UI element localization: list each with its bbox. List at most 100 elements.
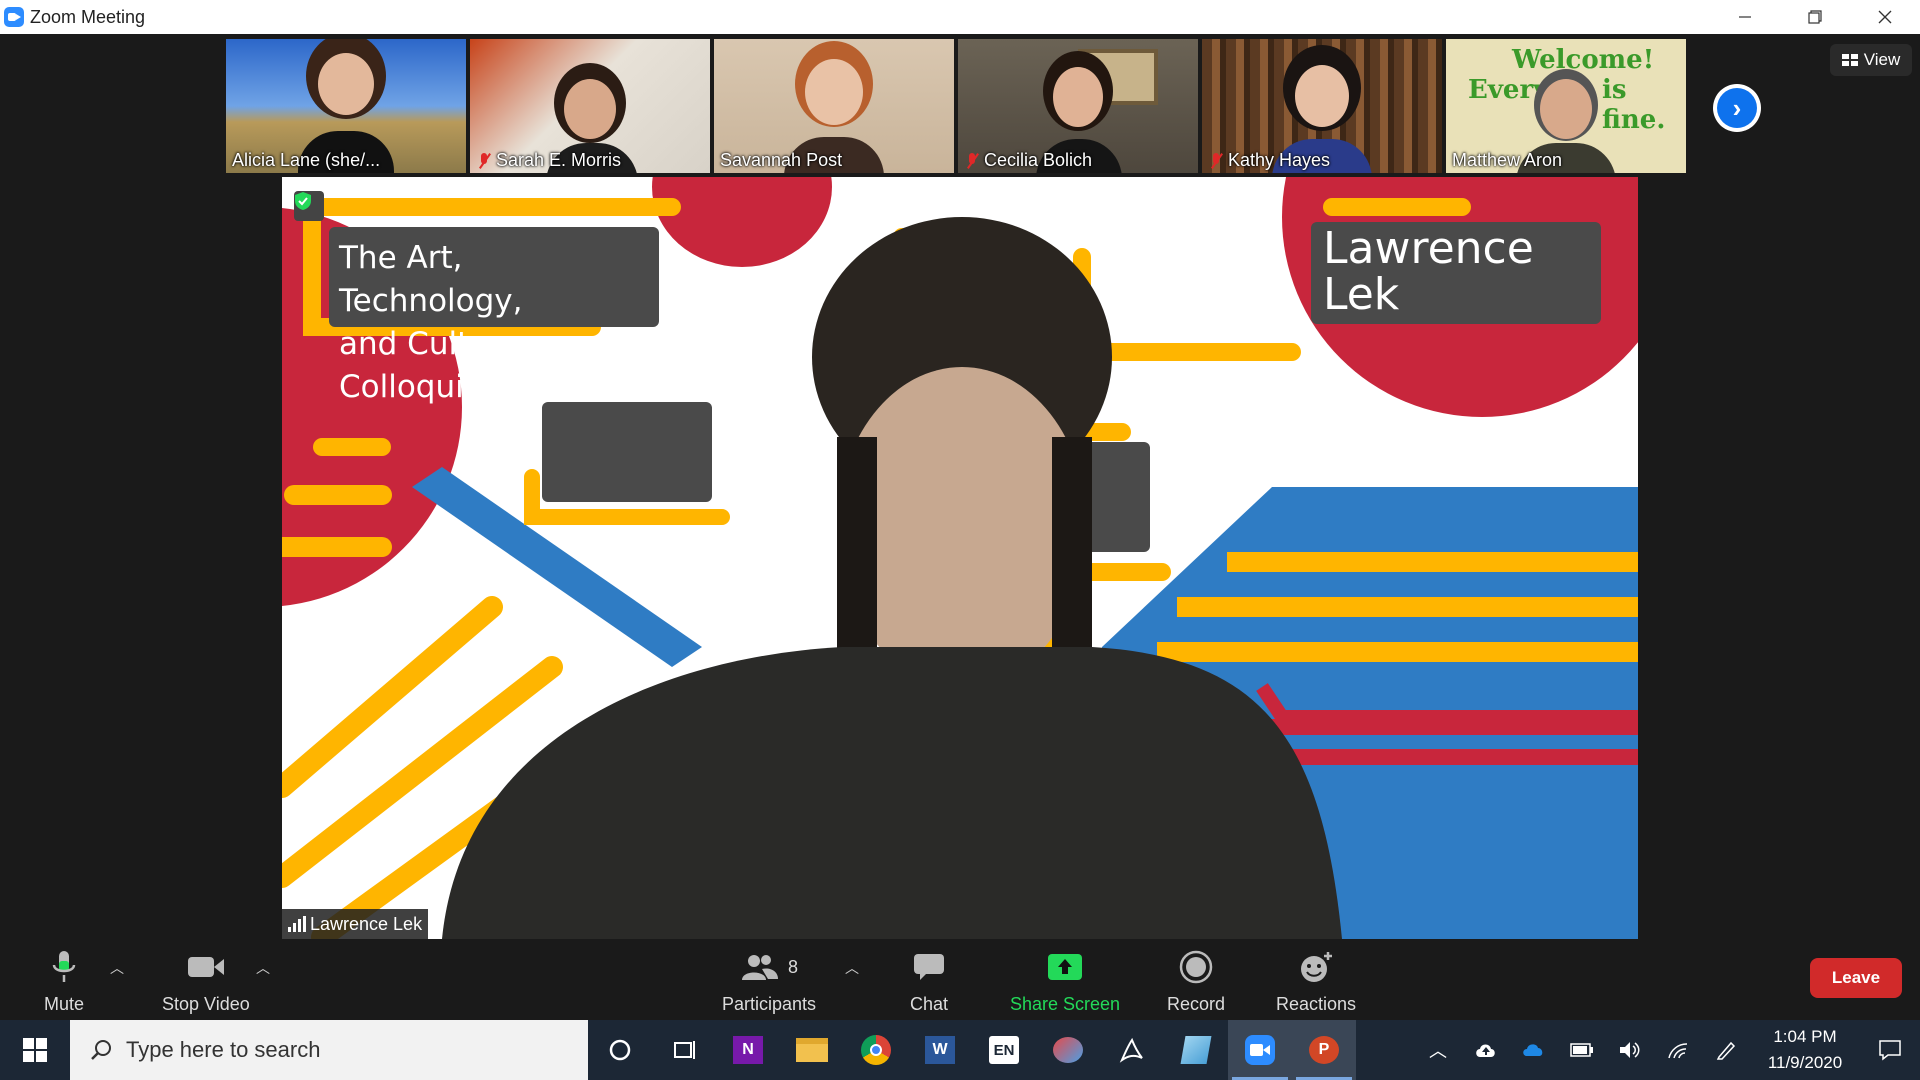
search-placeholder: Type here to search (126, 1037, 321, 1062)
audio-options-caret-icon[interactable]: ︿ (110, 958, 124, 978)
battery-icon[interactable] (1558, 1020, 1606, 1080)
taskbar-search-box[interactable]: Type here to search (70, 1020, 588, 1080)
slide-speaker-line: Lek (1323, 269, 1400, 320)
notepad-icon (1180, 1036, 1212, 1064)
show-hidden-icons-button[interactable]: ︿ (1414, 1020, 1462, 1080)
notification-icon (1879, 1040, 1901, 1061)
share-screen-label: Share Screen (1010, 994, 1121, 1014)
slide-speaker-line: Lawrence (1323, 223, 1534, 274)
record-button[interactable]: Record (1167, 946, 1225, 1015)
video-options-caret-icon[interactable]: ︿ (256, 958, 270, 978)
participants-label: Participants (722, 994, 817, 1014)
onenote-icon: N (733, 1036, 763, 1064)
windows-logo-icon (23, 1038, 47, 1062)
next-page-button[interactable]: › (1713, 84, 1761, 132)
windows-taskbar: Type here to search N W EN P ︿ 1:04 PM 1… (0, 1020, 1920, 1080)
participant-name: Savannah Post (720, 150, 843, 170)
action-center-button[interactable] (1860, 1020, 1920, 1080)
avatar (805, 59, 863, 125)
slide-title-line: and Culture Colloquium (339, 326, 521, 405)
window-controls (1710, 0, 1920, 34)
participants-options-caret-icon[interactable]: ︿ (845, 958, 859, 978)
share-screen-button[interactable]: Share Screen (1010, 946, 1120, 1015)
folder-icon (796, 1038, 828, 1062)
reactions-label: Reactions (1276, 994, 1357, 1014)
record-icon (1179, 946, 1213, 988)
volume-icon[interactable] (1606, 1020, 1654, 1080)
acrobat-icon (1119, 1037, 1143, 1063)
view-button[interactable]: View (1830, 44, 1912, 76)
participant-name: Matthew Aron (1452, 150, 1563, 170)
share-screen-icon (1046, 946, 1084, 988)
participant-tile[interactable]: Savannah Post (714, 39, 954, 173)
active-speaker-label: Lawrence Lek (282, 909, 429, 939)
wifi-icon[interactable] (1654, 1020, 1702, 1080)
task-view-icon (674, 1041, 695, 1059)
chevron-up-icon: ︿ (1429, 1041, 1447, 1061)
active-speaker-name: Lawrence Lek (310, 913, 423, 934)
onenote-app[interactable]: N (716, 1020, 780, 1080)
participant-name: Cecilia Bolich (964, 150, 1092, 171)
window-title: Zoom Meeting (30, 6, 146, 27)
participant-tile[interactable]: Alicia Lane (she/... (226, 39, 466, 173)
avatar (1295, 65, 1349, 127)
meeting-stage: Alicia Lane (she/... Sarah E. Morris Sav… (0, 34, 1920, 940)
title-bar: Zoom Meeting (0, 0, 1920, 34)
participant-tile[interactable]: Welcome! Everyt is fine. Matthew Aron (1446, 39, 1686, 173)
slide-speaker-name: Lawrence Lek (1311, 222, 1601, 324)
stop-video-label: Stop Video (162, 994, 250, 1014)
paint-app[interactable] (1036, 1020, 1100, 1080)
microphone-icon (50, 946, 78, 988)
chrome-app[interactable] (844, 1020, 908, 1080)
video-camera-icon (186, 946, 226, 988)
participants-count: 8 (788, 956, 799, 977)
participants-button[interactable]: 8 Participants (722, 946, 816, 1015)
powerpoint-icon: P (1309, 1036, 1339, 1064)
onedrive-icon[interactable] (1510, 1020, 1558, 1080)
start-button[interactable] (0, 1020, 70, 1080)
chat-label: Chat (910, 994, 949, 1014)
security-shield-icon[interactable] (294, 191, 324, 221)
minimize-button[interactable] (1710, 0, 1780, 34)
cortana-button[interactable] (588, 1020, 652, 1080)
zoom-icon (1245, 1035, 1275, 1065)
taskbar-clock[interactable]: 1:04 PM 11/9/2020 (1750, 1024, 1860, 1076)
chevron-right-icon: › (1717, 88, 1757, 128)
reactions-smiley-icon (1297, 946, 1335, 988)
task-view-button[interactable] (652, 1020, 716, 1080)
reactions-button[interactable]: Reactions (1276, 946, 1356, 1015)
slide-title: The Art, Technology, and Culture Colloqu… (329, 227, 659, 405)
active-speaker-video: The Art, Technology, and Culture Colloqu… (282, 177, 1638, 939)
leave-meeting-button[interactable]: Leave (1810, 958, 1902, 998)
upload-cloud-icon[interactable] (1462, 1020, 1510, 1080)
participant-name: Kathy Hayes (1208, 150, 1330, 171)
mute-button[interactable]: Mute (44, 946, 84, 1015)
pen-icon[interactable] (1702, 1020, 1750, 1080)
minimize-icon (1739, 16, 1751, 18)
zoom-app[interactable] (1228, 1020, 1292, 1080)
chat-button[interactable]: Chat (910, 946, 948, 1015)
meeting-toolbar: Mute ︿ Stop Video ︿ 8 Participants ︿ Cha… (0, 940, 1920, 1020)
participant-tile[interactable]: Sarah E. Morris (470, 39, 710, 173)
muted-mic-icon (964, 152, 980, 170)
powerpoint-app[interactable]: P (1292, 1020, 1356, 1080)
clock-date: 11/9/2020 (1767, 1053, 1843, 1072)
notepad-app[interactable] (1164, 1020, 1228, 1080)
restore-icon (1808, 10, 1822, 24)
restore-button[interactable] (1780, 0, 1850, 34)
cortana-icon (609, 1039, 631, 1061)
acrobat-app[interactable] (1100, 1020, 1164, 1080)
close-button[interactable] (1850, 0, 1920, 34)
word-app[interactable]: W (908, 1020, 972, 1080)
chat-bubble-icon (912, 946, 946, 988)
background-text: Welcome! (1512, 45, 1655, 75)
muted-mic-icon (1208, 152, 1224, 170)
language-indicator[interactable]: EN (972, 1020, 1036, 1080)
participant-tile[interactable]: Cecilia Bolich (958, 39, 1198, 173)
participant-tile[interactable]: Kathy Hayes (1202, 39, 1442, 173)
paint-icon (1053, 1037, 1083, 1063)
stop-video-button[interactable]: Stop Video (162, 946, 250, 1015)
avatar (318, 53, 374, 115)
file-explorer-app[interactable] (780, 1020, 844, 1080)
muted-mic-icon (476, 152, 492, 170)
